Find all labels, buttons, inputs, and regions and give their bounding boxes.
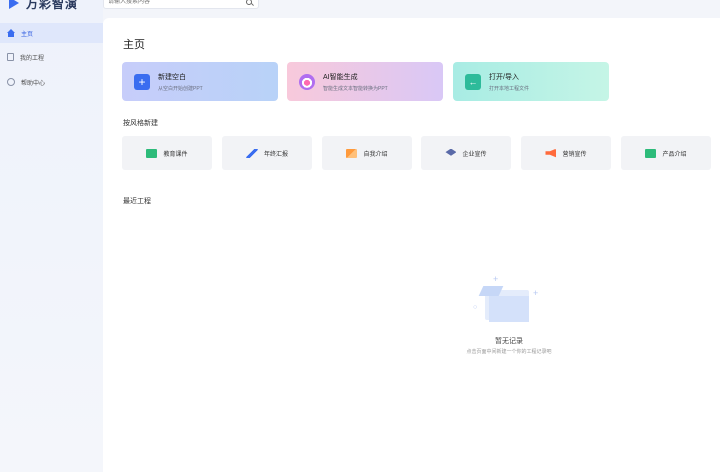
- help-icon: [7, 78, 15, 86]
- open-import-button[interactable]: ← 打开/导入 打开本地工程文件: [453, 62, 609, 101]
- style-label: 教育课件: [163, 151, 188, 158]
- style-label: 自我介绍: [363, 151, 388, 158]
- sidebar-item-my-projects[interactable]: 我的工程: [0, 47, 103, 67]
- style-label: 产品介绍: [662, 151, 687, 158]
- style-self-intro-button[interactable]: 自我介绍: [322, 136, 412, 170]
- style-section-title: 按风格新建: [123, 120, 158, 127]
- style-corporate-button[interactable]: 企业宣传: [421, 136, 511, 170]
- app-brand: 万彩智演: [8, 0, 78, 11]
- home-icon: [7, 29, 15, 37]
- sidebar-item-help[interactable]: 帮助中心: [0, 72, 103, 92]
- sidebar: 万彩智演 主页 我的工程 帮助中心: [0, 0, 103, 472]
- ai-icon: [299, 73, 315, 90]
- page-title: 主页: [123, 39, 145, 51]
- app-name: 万彩智演: [26, 0, 79, 11]
- import-icon: ←: [465, 73, 481, 90]
- sidebar-item-label: 帮助中心: [21, 80, 46, 87]
- self-intro-icon: [346, 148, 358, 158]
- report-icon: [245, 148, 258, 158]
- recent-section-title: 最近工程: [123, 198, 151, 205]
- style-label: 年终汇报: [263, 151, 288, 158]
- empty-state-title: 暂无记录: [495, 338, 523, 345]
- education-icon: [146, 148, 158, 158]
- main-content: 主页 + 新建空白 从空白开始创建PPT AI智能生成 智能生成文本智能转换为P…: [103, 18, 720, 472]
- marketing-icon: [545, 148, 557, 158]
- card-title: AI智能生成: [323, 73, 358, 81]
- sidebar-item-label: 主页: [21, 31, 34, 38]
- search-input[interactable]: [108, 0, 238, 5]
- style-annual-report-button[interactable]: 年终汇报: [222, 136, 312, 170]
- document-icon: [7, 53, 14, 61]
- style-label: 企业宣传: [462, 151, 487, 158]
- card-subtitle: 智能生成文本智能转换为PPT: [323, 85, 388, 92]
- card-subtitle: 从空白开始创建PPT: [158, 85, 203, 92]
- ai-generate-button[interactable]: AI智能生成 智能生成文本智能转换为PPT: [287, 62, 443, 101]
- empty-state-subtitle: 点击页面中间新建一个你的工程记录吧: [466, 349, 552, 355]
- card-subtitle: 打开本地工程文件: [489, 85, 530, 92]
- app-logo-icon: [8, 0, 20, 10]
- corporate-icon: [445, 148, 457, 156]
- search-icon[interactable]: [246, 0, 252, 5]
- style-education-button[interactable]: 教育课件: [122, 136, 212, 170]
- style-marketing-button[interactable]: 营销宣传: [521, 136, 611, 170]
- empty-box-icon: + + ○: [473, 274, 543, 330]
- card-title: 新建空白: [158, 73, 186, 81]
- new-blank-button[interactable]: + 新建空白 从空白开始创建PPT: [122, 62, 278, 101]
- style-label: 营销宣传: [562, 151, 587, 158]
- sidebar-item-home[interactable]: 主页: [0, 23, 103, 43]
- product-icon: [645, 148, 657, 158]
- card-title: 打开/导入: [489, 73, 519, 81]
- style-product-button[interactable]: 产品介绍: [621, 136, 711, 170]
- plus-icon: +: [134, 73, 150, 90]
- search-bar: [103, 0, 259, 9]
- sidebar-item-label: 我的工程: [20, 55, 45, 62]
